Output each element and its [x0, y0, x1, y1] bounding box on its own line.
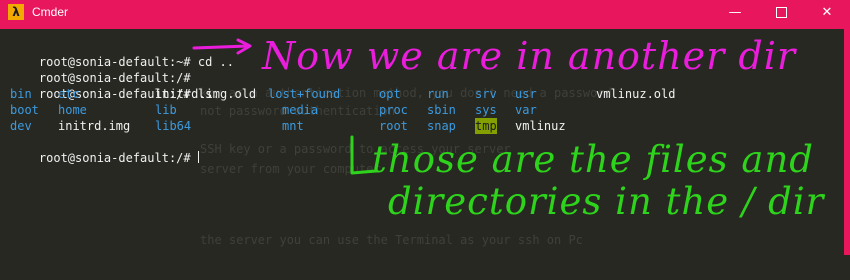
- dir-entry: usr: [515, 87, 537, 101]
- dir-entry: proc: [379, 103, 408, 117]
- dir-entry: opt: [379, 87, 401, 101]
- dir-entry: var: [515, 103, 537, 117]
- minimize-button[interactable]: —: [712, 0, 758, 25]
- command: [191, 151, 198, 165]
- minimize-icon: —: [728, 5, 742, 20]
- prompt-line: root@sonia-default:/#: [10, 134, 199, 183]
- scrollbar[interactable]: [844, 29, 850, 255]
- dir-entry: srv: [475, 87, 497, 101]
- dir-entry: boot: [10, 103, 39, 117]
- title-bar: λ Cmder — ✕: [0, 0, 850, 25]
- maximize-icon: [775, 7, 787, 18]
- dir-entry: lost+found: [268, 87, 341, 101]
- close-button[interactable]: ✕: [804, 0, 850, 25]
- dir-entry: run: [427, 87, 449, 101]
- dir-entry: bin: [10, 87, 32, 101]
- dir-entry: snap: [427, 119, 456, 133]
- dir-entry: root: [379, 119, 408, 133]
- prompt: root@sonia-default:/#: [38, 151, 191, 166]
- dir-entry: lib: [155, 103, 177, 117]
- background-text: the server you can use the Terminal as y…: [200, 233, 583, 247]
- dir-entry: sbin: [427, 103, 456, 117]
- dir-entry: etc: [58, 87, 80, 101]
- annotation-bottom-line2: directories in the / dir: [388, 180, 825, 223]
- text-cursor: [197, 151, 199, 164]
- dir-entry: dev: [10, 119, 32, 133]
- file-entry: initrd.img.old: [155, 87, 257, 101]
- dir-entry: lib64: [155, 119, 192, 133]
- file-entry: initrd.img: [58, 119, 131, 133]
- dir-entry: media: [282, 103, 319, 117]
- window-title: Cmder: [32, 5, 69, 19]
- dir-entry: mnt: [282, 119, 304, 133]
- dir-entry: home: [58, 103, 87, 117]
- ls-row: boot home lib media proc sbin sys var: [10, 102, 710, 118]
- maximize-button[interactable]: [758, 0, 804, 25]
- ls-row: bin etc initrd.img.old lost+found opt ru…: [10, 86, 710, 102]
- annotation-top: Now we are in another dir: [262, 34, 797, 78]
- close-icon: ✕: [821, 5, 833, 20]
- annotation-bottom-line1: those are the files and: [372, 138, 814, 181]
- file-entry: vmlinuz: [515, 119, 566, 133]
- ls-row: dev initrd.img lib64 mnt root snap tmp v…: [10, 118, 710, 135]
- dir-entry: sys: [475, 103, 497, 117]
- file-entry: vmlinuz.old: [596, 87, 676, 101]
- arrow-icon: [192, 38, 252, 55]
- lambda-app-icon[interactable]: λ: [8, 4, 24, 20]
- dir-entry: tmp: [475, 118, 497, 135]
